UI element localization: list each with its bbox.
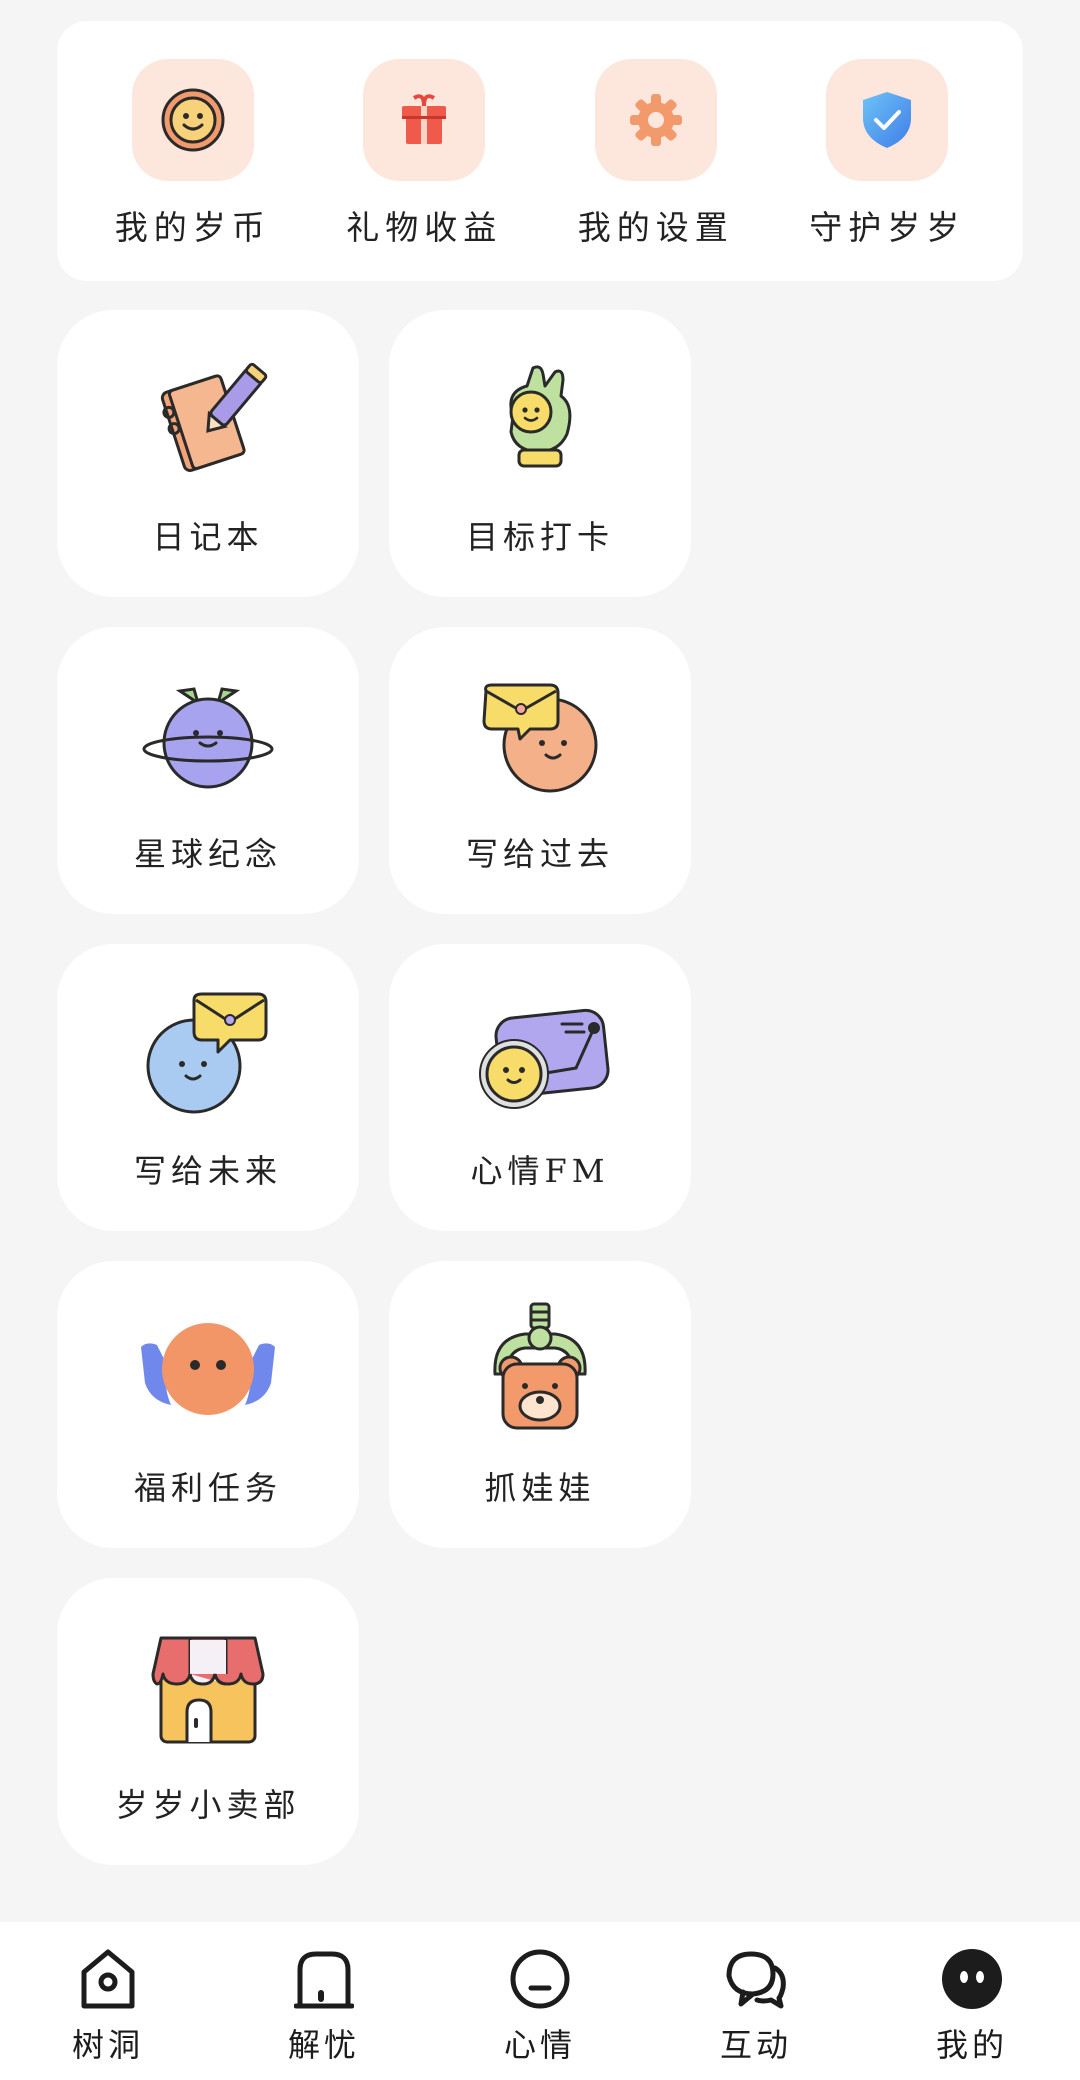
feature-card-label: 福利任务 bbox=[133, 1469, 282, 1507]
feature-card-mood-fm[interactable]: 心情FM bbox=[389, 944, 691, 1231]
feature-card-label: 日记本 bbox=[152, 518, 264, 556]
feature-card-label: 目标打卡 bbox=[465, 518, 614, 556]
smiley-coin-icon bbox=[131, 59, 254, 181]
nav-item-label: 心情 bbox=[503, 2026, 576, 2064]
feature-card-goal[interactable]: 目标打卡 bbox=[389, 310, 691, 597]
feature-card-label: 抓娃娃 bbox=[484, 1469, 596, 1507]
feature-card-planet[interactable]: 星球纪念 bbox=[57, 627, 359, 914]
feature-card-shop[interactable]: 岁岁小卖部 bbox=[57, 1578, 359, 1865]
quick-item-gift[interactable]: 礼物收益 bbox=[324, 59, 524, 249]
profile-face-icon bbox=[937, 1944, 1007, 2014]
door-icon bbox=[289, 1944, 359, 2014]
planet-icon bbox=[133, 663, 283, 813]
quick-item-label: 礼物收益 bbox=[346, 208, 503, 247]
gear-icon bbox=[594, 59, 717, 181]
quick-item-label: 我的岁币 bbox=[114, 208, 271, 247]
nav-item-treehole[interactable]: 树洞 bbox=[33, 1944, 183, 2066]
envelope-face-orange-icon bbox=[465, 663, 615, 813]
feature-grid: 日记本 目标打卡 星球纪念 写给过去 写给未来 心情FM 福利任务 抓娃娃 岁岁… bbox=[57, 310, 693, 1865]
radio-icon bbox=[465, 980, 615, 1130]
ok-hand-icon bbox=[465, 346, 615, 496]
nav-item-label: 解忧 bbox=[287, 2026, 360, 2064]
claw-bear-icon bbox=[465, 1297, 615, 1447]
nav-item-interact[interactable]: 互动 bbox=[681, 1944, 831, 2066]
quick-item-guard[interactable]: 守护岁岁 bbox=[787, 59, 987, 249]
feature-card-label: 写给未来 bbox=[133, 1152, 282, 1190]
neutral-face-icon bbox=[505, 1944, 575, 2014]
feature-card-label: 星球纪念 bbox=[133, 835, 282, 873]
notebook-pencil-icon bbox=[133, 346, 283, 496]
nav-item-label: 树洞 bbox=[71, 2026, 144, 2064]
feature-card-write-past[interactable]: 写给过去 bbox=[389, 627, 691, 914]
gift-icon bbox=[363, 59, 486, 181]
quick-item-settings[interactable]: 我的设置 bbox=[556, 59, 756, 249]
quick-item-coins[interactable]: 我的岁币 bbox=[93, 59, 293, 249]
nav-item-label: 互动 bbox=[719, 2026, 792, 2064]
feature-card-label: 心情FM bbox=[470, 1152, 610, 1190]
nav-item-label: 我的 bbox=[935, 2026, 1008, 2064]
feature-card-diary[interactable]: 日记本 bbox=[57, 310, 359, 597]
winged-face-icon bbox=[133, 1297, 283, 1447]
shield-check-icon bbox=[826, 59, 949, 181]
feature-card-write-future[interactable]: 写给未来 bbox=[57, 944, 359, 1231]
feature-card-welfare[interactable]: 福利任务 bbox=[57, 1261, 359, 1548]
quick-actions-panel: 我的岁币 礼物收益 我的设置 守护岁岁 bbox=[57, 21, 1023, 281]
nav-item-mine[interactable]: 我的 bbox=[897, 1944, 1047, 2066]
quick-item-label: 守护岁岁 bbox=[809, 208, 966, 247]
chat-bubbles-icon bbox=[721, 1944, 791, 2014]
feature-card-label: 岁岁小卖部 bbox=[115, 1786, 301, 1824]
treehole-home-icon bbox=[73, 1944, 143, 2014]
feature-card-claw-machine[interactable]: 抓娃娃 bbox=[389, 1261, 691, 1548]
feature-card-label: 写给过去 bbox=[465, 835, 614, 873]
quick-item-label: 我的设置 bbox=[577, 208, 734, 247]
shop-icon bbox=[133, 1614, 283, 1764]
nav-item-relief[interactable]: 解忧 bbox=[249, 1944, 399, 2066]
bottom-nav: 树洞 解忧 心情 互动 我的 bbox=[0, 1922, 1080, 2080]
envelope-face-blue-icon bbox=[133, 980, 283, 1130]
profile-page: 我的岁币 礼物收益 我的设置 守护岁岁 日记本 目标打卡 星球纪念 写给过去 写… bbox=[0, 0, 1080, 2080]
nav-item-mood[interactable]: 心情 bbox=[465, 1944, 615, 2066]
